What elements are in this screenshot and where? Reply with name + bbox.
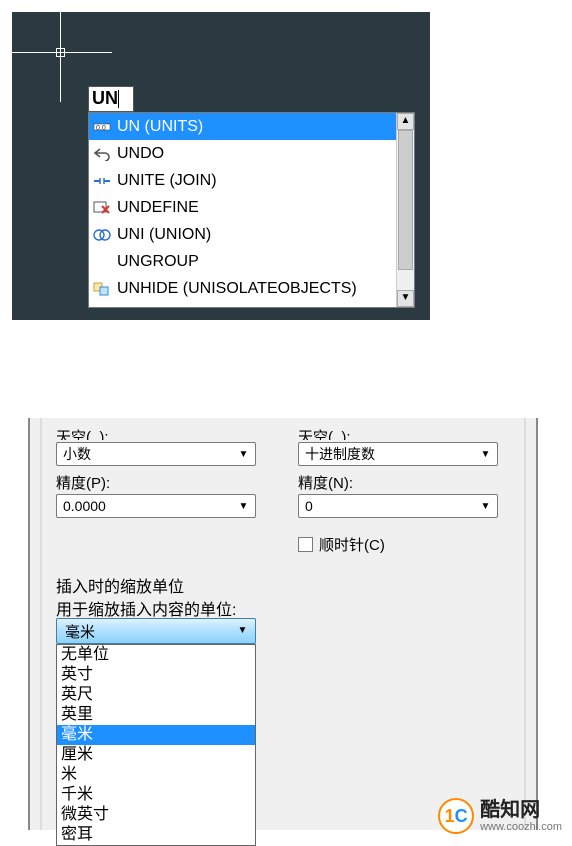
clockwise-row: 顺时针(C) bbox=[298, 534, 385, 555]
join-icon bbox=[93, 173, 111, 189]
unit-option-cm[interactable]: 厘米 bbox=[57, 745, 255, 765]
watermark-text: 酷知网 www.coozhi.com bbox=[480, 799, 562, 833]
chevron-down-icon: ▼ bbox=[236, 447, 251, 462]
text-caret bbox=[118, 90, 119, 108]
watermark-logo-letter1: 1 bbox=[445, 806, 455, 827]
autocomplete-item-unite-join[interactable]: UNITE (JOIN) bbox=[89, 167, 396, 194]
crosshair-pickbox bbox=[56, 48, 65, 57]
undo-icon bbox=[93, 146, 111, 162]
command-input-text: UN bbox=[92, 88, 118, 108]
autocomplete-item-label: UN (UNITS) bbox=[117, 118, 203, 136]
chevron-down-icon: ▼ bbox=[478, 447, 493, 462]
autocomplete-popup: 0.0 UN (UNITS) UNDO UNITE (JOIN) bbox=[88, 112, 415, 308]
clockwise-label: 顺时针(C) bbox=[319, 534, 385, 555]
autocomplete-item-label: UNI (UNION) bbox=[117, 226, 211, 244]
clockwise-checkbox[interactable] bbox=[298, 537, 313, 552]
chevron-down-icon: ▼ bbox=[478, 499, 493, 514]
autocomplete-list: 0.0 UN (UNITS) UNDO UNITE (JOIN) bbox=[89, 113, 396, 307]
unit-option-foot[interactable]: 英尺 bbox=[57, 685, 255, 705]
unit-option-mm[interactable]: 毫米 bbox=[57, 725, 255, 745]
union-icon bbox=[93, 227, 111, 243]
length-type-combo[interactable]: 小数 ▼ bbox=[56, 442, 256, 466]
unit-option-microinch[interactable]: 微英寸 bbox=[57, 805, 255, 825]
insertion-scale-subtitle: 用于缩放插入内容的单位: bbox=[56, 596, 236, 620]
svg-text:0.0: 0.0 bbox=[96, 125, 106, 132]
watermark: 1C 酷知网 www.coozhi.com bbox=[438, 798, 562, 834]
blank-icon bbox=[93, 254, 111, 270]
scroll-thumb[interactable] bbox=[398, 130, 413, 270]
autocomplete-item-ungroup[interactable]: UNGROUP bbox=[89, 248, 396, 275]
watermark-title: 酷知网 bbox=[480, 799, 562, 821]
chevron-down-icon: ▼ bbox=[236, 499, 251, 514]
unhide-icon bbox=[93, 281, 111, 297]
autocomplete-item-label: UNHIDE (UNISOLATEOBJECTS) bbox=[117, 280, 357, 298]
autocomplete-item-undefine[interactable]: UNDEFINE bbox=[89, 194, 396, 221]
combo-value: 0.0000 bbox=[63, 498, 106, 514]
units-dialog: 天空(_): 小数 ▼ 精度(P): 0.0000 ▼ 天空(_): 十进制度数 bbox=[28, 418, 538, 830]
combo-value: 毫米 bbox=[65, 621, 95, 642]
watermark-logo-letter2: C bbox=[455, 806, 468, 827]
autocomplete-item-label: UNDO bbox=[117, 145, 164, 163]
autocomplete-scrollbar[interactable]: ▲ ▼ bbox=[396, 113, 414, 307]
insertion-scale-title: 插入时的缩放单位 bbox=[56, 573, 184, 597]
angle-type-combo[interactable]: 十进制度数 ▼ bbox=[298, 442, 498, 466]
length-precision-combo[interactable]: 0.0000 ▼ bbox=[56, 494, 256, 518]
scroll-down-button[interactable]: ▼ bbox=[397, 290, 414, 307]
autocomplete-item-undo[interactable]: UNDO bbox=[89, 140, 396, 167]
length-precision-label: 精度(P): bbox=[56, 472, 110, 493]
autocomplete-item-uni-union[interactable]: UNI (UNION) bbox=[89, 221, 396, 248]
angle-precision-label: 精度(N): bbox=[298, 472, 353, 493]
combo-value: 0 bbox=[305, 498, 313, 514]
autocomplete-item-unhide[interactable]: UNHIDE (UNISOLATEOBJECTS) bbox=[89, 275, 396, 302]
unit-option-km[interactable]: 千米 bbox=[57, 785, 255, 805]
dialog-content: 天空(_): 小数 ▼ 精度(P): 0.0000 ▼ 天空(_): 十进制度数 bbox=[30, 418, 536, 830]
angle-precision-combo[interactable]: 0 ▼ bbox=[298, 494, 498, 518]
unit-option-m[interactable]: 米 bbox=[57, 765, 255, 785]
crosshair-vertical bbox=[60, 12, 61, 102]
autocomplete-item-un-units[interactable]: 0.0 UN (UNITS) bbox=[89, 113, 396, 140]
dimension-icon: 0.0 bbox=[93, 119, 111, 135]
combo-value: 十进制度数 bbox=[305, 444, 375, 464]
insertion-unit-listbox: 无单位 英寸 英尺 英里 毫米 厘米 米 千米 微英寸 密耳 bbox=[56, 644, 256, 846]
cad-drawing-area: UN 0.0 UN (UNITS) UNDO UNITE (JOIN) bbox=[12, 12, 430, 320]
watermark-url: www.coozhi.com bbox=[480, 821, 562, 833]
combo-value: 小数 bbox=[63, 444, 91, 464]
unit-option-inch[interactable]: 英寸 bbox=[57, 665, 255, 685]
unit-option-none[interactable]: 无单位 bbox=[57, 645, 255, 665]
scroll-up-button[interactable]: ▲ bbox=[397, 113, 414, 130]
length-type-label: 天空(_): bbox=[56, 426, 109, 440]
unit-option-mil[interactable]: 密耳 bbox=[57, 825, 255, 845]
angle-type-label: 天空(_): bbox=[298, 426, 351, 440]
autocomplete-item-label: UNITE (JOIN) bbox=[117, 172, 217, 190]
insertion-unit-combo[interactable]: 毫米 ▼ bbox=[56, 618, 256, 644]
watermark-logo: 1C bbox=[438, 798, 474, 834]
unit-option-mile[interactable]: 英里 bbox=[57, 705, 255, 725]
undefine-icon bbox=[93, 200, 111, 216]
autocomplete-item-label: UNGROUP bbox=[117, 253, 199, 271]
autocomplete-item-label: UNDEFINE bbox=[117, 199, 199, 217]
chevron-down-icon: ▼ bbox=[234, 623, 251, 640]
command-input[interactable]: UN bbox=[88, 86, 134, 112]
